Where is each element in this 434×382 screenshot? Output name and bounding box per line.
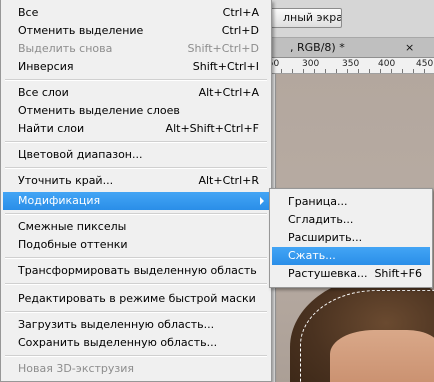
menu-item-grow[interactable]: Смежные пикселы [3, 218, 269, 236]
menu-item-label: Новая 3D-экструзия [18, 362, 135, 375]
menu-item-transform-selection[interactable]: Трансформировать выделенную область [3, 262, 269, 280]
menu-item-label: Отменить выделение слоев [18, 104, 180, 117]
menu-item-label: Цветовой диапазон... [18, 148, 143, 161]
menu-item-label: Сохранить выделенную область... [18, 336, 218, 349]
menu-item-label: Выделить снова [18, 42, 113, 55]
menu-item-shortcut: Alt+Shift+Ctrl+F [165, 122, 259, 135]
menu-item-label: Инверсия [18, 60, 74, 73]
menu-separator [5, 167, 267, 169]
ruler-tick: 350 [342, 59, 360, 69]
menu-separator [5, 355, 267, 357]
menu-item-inverse[interactable]: Инверсия Shift+Ctrl+I [3, 58, 269, 76]
menu-separator [5, 311, 267, 313]
menu-item-load-selection[interactable]: Загрузить выделенную область... [3, 316, 269, 334]
menu-item-shortcut: Ctrl+A [222, 6, 259, 19]
menu-item-label: Редактировать в режиме быстрой маски [18, 292, 256, 305]
menu-item-label: Отменить выделение [18, 24, 144, 37]
menu-item-quick-mask[interactable]: Редактировать в режиме быстрой маски [3, 290, 269, 308]
menu-item-label: Смежные пикселы [18, 220, 127, 233]
menu-item-label: Трансформировать выделенную область [18, 264, 257, 277]
document-tab[interactable]: , RGB/8) * × [250, 38, 434, 58]
submenu-item-label: Расширить... [288, 231, 363, 244]
menu-item-label: Уточнить край... [18, 174, 114, 187]
menu-separator [5, 213, 267, 215]
menu-item-shortcut: Alt+Ctrl+A [198, 86, 259, 99]
ruler-tick: 300 [302, 59, 320, 69]
menu-item-all[interactable]: Все Ctrl+A [3, 4, 269, 22]
menu-item-all-layers[interactable]: Все слои Alt+Ctrl+A [3, 84, 269, 102]
submenu-item-expand[interactable]: Расширить... [272, 229, 430, 247]
menu-item-refine-edge[interactable]: Уточнить край... Alt+Ctrl+R [3, 172, 269, 190]
submenu-item-label: Сжать... [288, 249, 336, 262]
modify-submenu: Граница... Сгладить... Расширить... Сжат… [269, 188, 433, 288]
select-menu: Все Ctrl+A Отменить выделение Ctrl+D Выд… [0, 0, 272, 382]
menu-item-label: Подобные оттенки [18, 238, 128, 251]
ruler-tick: 450 [416, 59, 434, 69]
menu-item-shortcut: Alt+Ctrl+R [198, 174, 259, 187]
menu-separator [5, 79, 267, 81]
submenu-item-label: Граница... [288, 195, 348, 208]
menu-item-save-selection[interactable]: Сохранить выделенную область... [3, 334, 269, 352]
submenu-item-label: Сгладить... [288, 213, 354, 226]
menu-item-modify[interactable]: Модификация [3, 192, 269, 210]
menu-item-reselect[interactable]: Выделить снова Shift+Ctrl+D [3, 40, 269, 58]
menu-item-find-layers[interactable]: Найти слои Alt+Shift+Ctrl+F [3, 120, 269, 138]
horizontal-ruler: 250 300 350 400 450 [262, 58, 434, 74]
menu-item-3d-extrusion[interactable]: Новая 3D-экструзия [3, 360, 269, 378]
menu-item-label: Найти слои [18, 122, 85, 135]
submenu-arrow-icon [260, 197, 264, 205]
ruler-tick: 400 [378, 59, 396, 69]
submenu-item-label: Растушевка... [288, 267, 368, 280]
menu-item-deselect[interactable]: Отменить выделение Ctrl+D [3, 22, 269, 40]
submenu-item-smooth[interactable]: Сгладить... [272, 211, 430, 229]
menu-item-label: Загрузить выделенную область... [18, 318, 215, 331]
fullscreen-button[interactable]: лный экран [270, 8, 342, 28]
submenu-item-border[interactable]: Граница... [272, 193, 430, 211]
menu-item-similar[interactable]: Подобные оттенки [3, 236, 269, 254]
menu-item-shortcut: Shift+Ctrl+D [187, 42, 259, 55]
menu-item-deselect-layers[interactable]: Отменить выделение слоев [3, 102, 269, 120]
submenu-item-contract[interactable]: Сжать... [272, 247, 430, 265]
menu-item-label: Все [18, 6, 39, 19]
menu-item-label: Модификация [18, 194, 101, 207]
submenu-item-feather[interactable]: Растушевка... Shift+F6 [272, 265, 430, 283]
submenu-item-shortcut: Shift+F6 [374, 267, 422, 280]
menu-item-shortcut: Shift+Ctrl+I [192, 60, 259, 73]
menu-separator [5, 141, 267, 143]
menu-separator [5, 283, 267, 285]
close-icon[interactable]: × [405, 41, 414, 54]
document-tab-title: , RGB/8) * [290, 41, 345, 54]
menu-item-label: Все слои [18, 86, 69, 99]
menu-item-shortcut: Ctrl+D [221, 24, 259, 37]
menu-separator [5, 257, 267, 259]
menu-item-color-range[interactable]: Цветовой диапазон... [3, 146, 269, 164]
